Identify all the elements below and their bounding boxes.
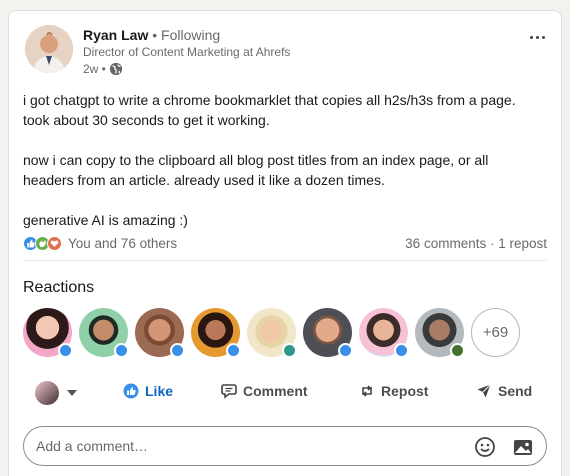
comment-box <box>23 426 547 466</box>
feed-post-card: Ryan Law • Following Director of Content… <box>8 10 562 476</box>
reactors-summary[interactable]: You and 76 others <box>68 236 177 251</box>
following-status: • Following <box>152 27 221 43</box>
post-text-line: took about 30 seconds to get it working. <box>23 112 270 128</box>
post-body: i got chatgpt to write a chrome bookmark… <box>23 90 553 230</box>
reactor-avatar[interactable] <box>23 308 73 358</box>
send-button[interactable]: Send <box>476 383 532 399</box>
like-label: Like <box>145 383 174 399</box>
post-actions: Like Comment Repost Send <box>23 381 553 405</box>
social-counts: You and 76 others 36 comments · 1 repost <box>23 234 547 254</box>
reposts-count[interactable]: 1 repost <box>498 236 547 251</box>
reactor-avatar[interactable] <box>79 308 129 358</box>
repost-label: Repost <box>381 383 429 399</box>
author-meta: Ryan Law • Following Director of Content… <box>83 26 290 78</box>
comment-button[interactable]: Comment <box>221 383 308 399</box>
support-badge-icon <box>282 343 297 358</box>
emoji-icon[interactable] <box>474 436 496 458</box>
caret-down-icon <box>67 390 77 396</box>
like-badge-icon <box>394 343 409 358</box>
comment-label: Comment <box>243 383 308 399</box>
like-badge-icon <box>226 343 241 358</box>
post-meta: 2w • <box>83 60 290 78</box>
like-badge-icon <box>114 343 129 358</box>
reactor-avatar[interactable] <box>359 308 409 358</box>
actor-avatar <box>35 381 59 405</box>
like-icon <box>123 383 139 399</box>
image-icon[interactable] <box>512 436 534 458</box>
more-options-icon[interactable] <box>523 27 551 47</box>
author-headline: Director of Content Marketing at Ahrefs <box>83 45 291 59</box>
send-icon <box>477 384 491 398</box>
post-text-line: headers from an article. already used it… <box>23 172 385 188</box>
comment-icon <box>221 384 237 399</box>
more-reactors-button[interactable]: +69 <box>471 308 520 357</box>
counts-separator: · <box>486 236 499 251</box>
post-text-line: i got chatgpt to write a chrome bookmark… <box>23 92 516 108</box>
love-reaction-icon <box>47 236 62 251</box>
globe-icon <box>109 62 123 76</box>
actor-switcher[interactable] <box>35 381 77 405</box>
reactor-avatar[interactable] <box>415 308 465 358</box>
send-label: Send <box>498 383 533 399</box>
comment-input[interactable] <box>36 436 436 456</box>
reactor-avatar[interactable] <box>247 308 297 358</box>
reactor-avatar[interactable] <box>191 308 241 358</box>
divider <box>23 260 547 261</box>
post-time: 2w • <box>83 62 106 76</box>
reactor-avatar[interactable] <box>135 308 185 358</box>
like-badge-icon <box>58 343 73 358</box>
like-badge-icon <box>170 343 185 358</box>
reactor-avatar[interactable] <box>303 308 353 358</box>
repost-icon <box>362 385 372 397</box>
like-button[interactable]: Like <box>123 383 173 399</box>
author-avatar[interactable] <box>25 25 73 73</box>
reactors-avatar-list: +69 <box>23 308 553 360</box>
post-header: Ryan Law • Following Director of Content… <box>25 25 545 81</box>
author-name[interactable]: Ryan Law <box>83 27 148 43</box>
reactions-heading: Reactions <box>23 279 95 296</box>
like-badge-icon <box>338 343 353 358</box>
post-text-line: now i can copy to the clipboard all blog… <box>23 152 489 168</box>
engagement-counts: 36 comments · 1 repost <box>405 236 547 251</box>
post-text-line: generative AI is amazing :) <box>23 212 188 228</box>
celebrate-badge-icon <box>450 343 465 358</box>
reaction-icons[interactable] <box>23 236 62 251</box>
name-row: Ryan Law • Following <box>83 26 290 44</box>
repost-button[interactable]: Repost <box>359 383 428 399</box>
comments-count[interactable]: 36 comments <box>405 236 486 251</box>
